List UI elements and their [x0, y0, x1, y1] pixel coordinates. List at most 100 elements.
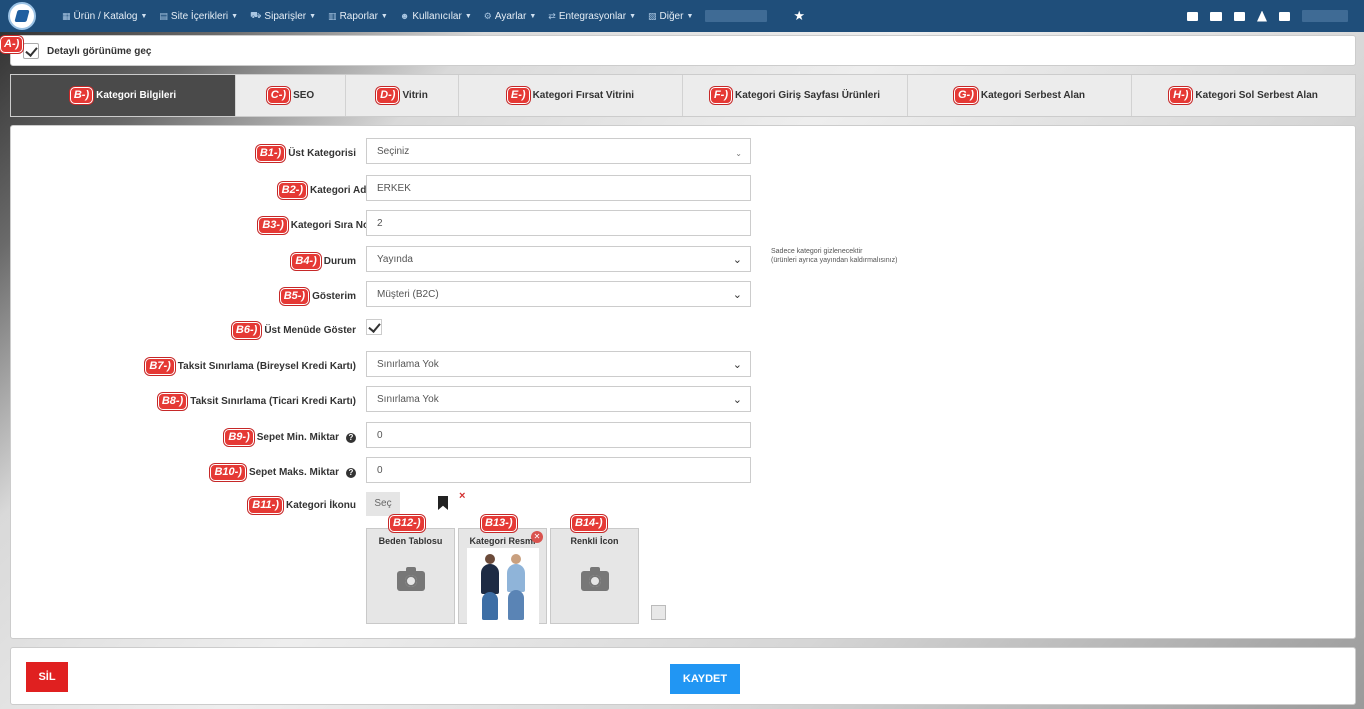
select-value: Müşteri (B2C) — [377, 289, 439, 300]
cart-max-input[interactable]: 0 — [366, 457, 751, 483]
marker-c: C-) — [266, 87, 291, 104]
select-value: Sınırlama Yok — [377, 394, 439, 405]
label-text: Gösterim — [312, 291, 356, 302]
color-icon-upload[interactable]: Renkli İcon — [550, 528, 639, 624]
star-icon[interactable]: ★ — [793, 8, 805, 24]
category-form: B1-) Üst Kategorisi Seçiniz ⌄ B2-) Kategori… — [10, 125, 1356, 639]
megaphone-icon[interactable] — [1210, 11, 1222, 21]
tab-giris-sayfasi[interactable]: F-) Kategori Giriş Sayfası Ürünleri — [683, 75, 908, 116]
category-image-upload[interactable]: Kategori Resmi ✕ — [458, 528, 547, 624]
chevron-down-icon: ⌄ — [732, 394, 742, 406]
marker-b9: B9-) — [224, 429, 254, 446]
delete-image-button[interactable]: ✕ — [531, 531, 543, 543]
cart-min-input[interactable]: 0 — [366, 422, 751, 448]
row-ust-menu: B6-) Üst Menüde Göster — [11, 317, 771, 345]
label-text: Sepet Min. Miktar — [256, 432, 339, 443]
size-chart-upload[interactable]: Beden Tablosu — [366, 528, 455, 624]
caret-down-icon: ▼ — [464, 12, 472, 20]
row-taksit-bireysel: B7-) Taksit Sınırlama (Bireysel Kredi Kar… — [11, 351, 771, 379]
field-label: B11-) Kategori İkonu — [248, 497, 356, 514]
form-footer: SİL KAYDET — [10, 647, 1356, 705]
select-value: Sınırlama Yok — [377, 359, 439, 370]
marker-e: E-) — [506, 87, 530, 104]
hint-line: (ürünleri ayrıca yayından kaldırmalısını… — [771, 257, 898, 264]
label-text: Taksit Sınırlama (Bireysel Kredi Kartı) — [177, 361, 356, 372]
category-name-input[interactable]: ERKEK — [366, 175, 751, 201]
tab-firsat-vitrini[interactable]: E-) Kategori Fırsat Vitrini — [459, 75, 683, 116]
tab-sol-serbest-alan[interactable]: H-) Kategori Sol Serbest Alan — [1132, 75, 1355, 116]
marker-d: D-) — [376, 87, 400, 104]
field-label: B8-) Taksit Sınırlama (Ticari Kredi Kartı… — [157, 393, 356, 410]
save-button[interactable]: KAYDET — [670, 664, 740, 694]
camera-icon — [397, 567, 425, 591]
nav-item-orders[interactable]: ⛟ Siparişler ▼ — [250, 10, 316, 22]
tab-kategori-bilgileri[interactable]: B-) Kategori Bilgileri — [11, 75, 236, 116]
input-value: 0 — [377, 465, 383, 476]
marker-b5: B5-) — [279, 288, 310, 305]
nav-item-other[interactable]: ▧ Diğer ▼ — [648, 11, 693, 22]
nav-item-reports[interactable]: ▥ Raporlar ▼ — [328, 11, 388, 22]
field-label: B1-) Üst Kategorisi — [255, 145, 356, 162]
book-icon[interactable] — [1187, 11, 1198, 21]
marker-b6: B6-) — [231, 322, 262, 339]
marker-b14: B14-) — [571, 515, 607, 532]
nav-item-integrations[interactable]: ⇄ Entegrasyonlar ▼ — [548, 11, 636, 22]
nav-item-catalog[interactable]: ▦ Ürün / Katalog ▼ — [62, 11, 147, 22]
marker-b12: B12-) — [389, 515, 425, 532]
installment-commercial-select[interactable]: Sınırlama Yok ⌄ — [366, 386, 751, 412]
notification-badge: 3 — [1265, 3, 1269, 11]
image-tiles: Beden Tablosu Kategori Resmi ✕ Renkli İc… — [366, 528, 639, 624]
label-text: Kategori Sıra No — [290, 220, 370, 231]
tile-title: Beden Tablosu — [378, 536, 443, 546]
edit-icon[interactable] — [1279, 11, 1290, 21]
caret-down-icon: ▼ — [629, 12, 637, 20]
nav-item-content[interactable]: ▤ Site İçerikleri ▼ — [159, 11, 238, 22]
chevron-down-icon: ⌄ — [732, 359, 742, 371]
caret-down-icon: ▼ — [231, 12, 239, 20]
tab-label: Vitrin — [402, 90, 428, 101]
marker-b13: B13-) — [481, 515, 517, 532]
caret-down-icon: ▼ — [529, 12, 537, 20]
label-text: Durum — [323, 256, 356, 267]
label-text: Kategori Adı — [310, 185, 370, 196]
row-taksit-ticari: B8-) Taksit Sınırlama (Ticari Kredi Kartı… — [11, 386, 771, 414]
bookmark-icon — [438, 496, 448, 510]
detail-toggle-bar: Detaylı görünüme geç — [10, 35, 1356, 66]
warning-icon[interactable]: 3 — [1257, 10, 1267, 22]
nav-label: Entegrasyonlar — [558, 10, 627, 22]
marker-f: F-) — [709, 87, 732, 104]
marker-b3: B3-) — [258, 217, 288, 234]
tab-vitrin[interactable]: D-) Vitrin — [346, 75, 459, 116]
label-text: Üst Kategorisi — [288, 148, 356, 159]
nav-item-settings[interactable]: ⚙ Ayarlar ▼ — [484, 11, 537, 22]
show-in-top-menu-checkbox[interactable] — [366, 319, 382, 335]
help-icon[interactable]: ? — [346, 432, 356, 443]
label-text: Üst Menüde Göster — [264, 325, 356, 336]
hint-line: Sadece kategori gizlenecektir — [771, 248, 863, 255]
status-select[interactable]: Yayında ⌄ — [366, 246, 751, 272]
select-value: Seçiniz — [377, 146, 410, 157]
installment-personal-select[interactable]: Sınırlama Yok ⌄ — [366, 351, 751, 377]
remove-icon-button[interactable]: × — [459, 490, 465, 502]
marker-b7: B7-) — [145, 358, 175, 375]
logo[interactable] — [8, 2, 36, 30]
tab-serbest-alan[interactable]: G-) Kategori Serbest Alan — [908, 75, 1132, 116]
parent-category-select[interactable]: Seçiniz ⌄ — [366, 138, 751, 164]
sort-order-input[interactable]: 2 — [366, 210, 751, 236]
tab-label: Kategori Serbest Alan — [980, 90, 1085, 101]
marker-a: A-) — [0, 36, 24, 53]
delete-button[interactable]: SİL — [26, 662, 68, 692]
row-gosterim: B5-) Gösterim Müşteri (B2C) ⌄ — [11, 281, 771, 309]
tab-seo[interactable]: C-) SEO — [236, 75, 346, 116]
field-label: B6-) Üst Menüde Göster — [231, 322, 356, 339]
select-icon-button[interactable]: Seç — [366, 492, 400, 516]
help-icon[interactable]: ? — [346, 467, 356, 478]
grid-icon[interactable] — [1234, 11, 1245, 21]
report-icon: ▥ — [328, 10, 337, 21]
nav-item-users[interactable]: ☻ Kullanıcılar ▼ — [400, 11, 472, 22]
marker-g: G-) — [954, 87, 978, 104]
detail-view-checkbox[interactable] — [23, 43, 39, 59]
image-option-checkbox[interactable] — [651, 605, 666, 620]
display-select[interactable]: Müşteri (B2C) ⌄ — [366, 281, 751, 307]
nav-label: Site İçerikleri — [170, 10, 229, 22]
